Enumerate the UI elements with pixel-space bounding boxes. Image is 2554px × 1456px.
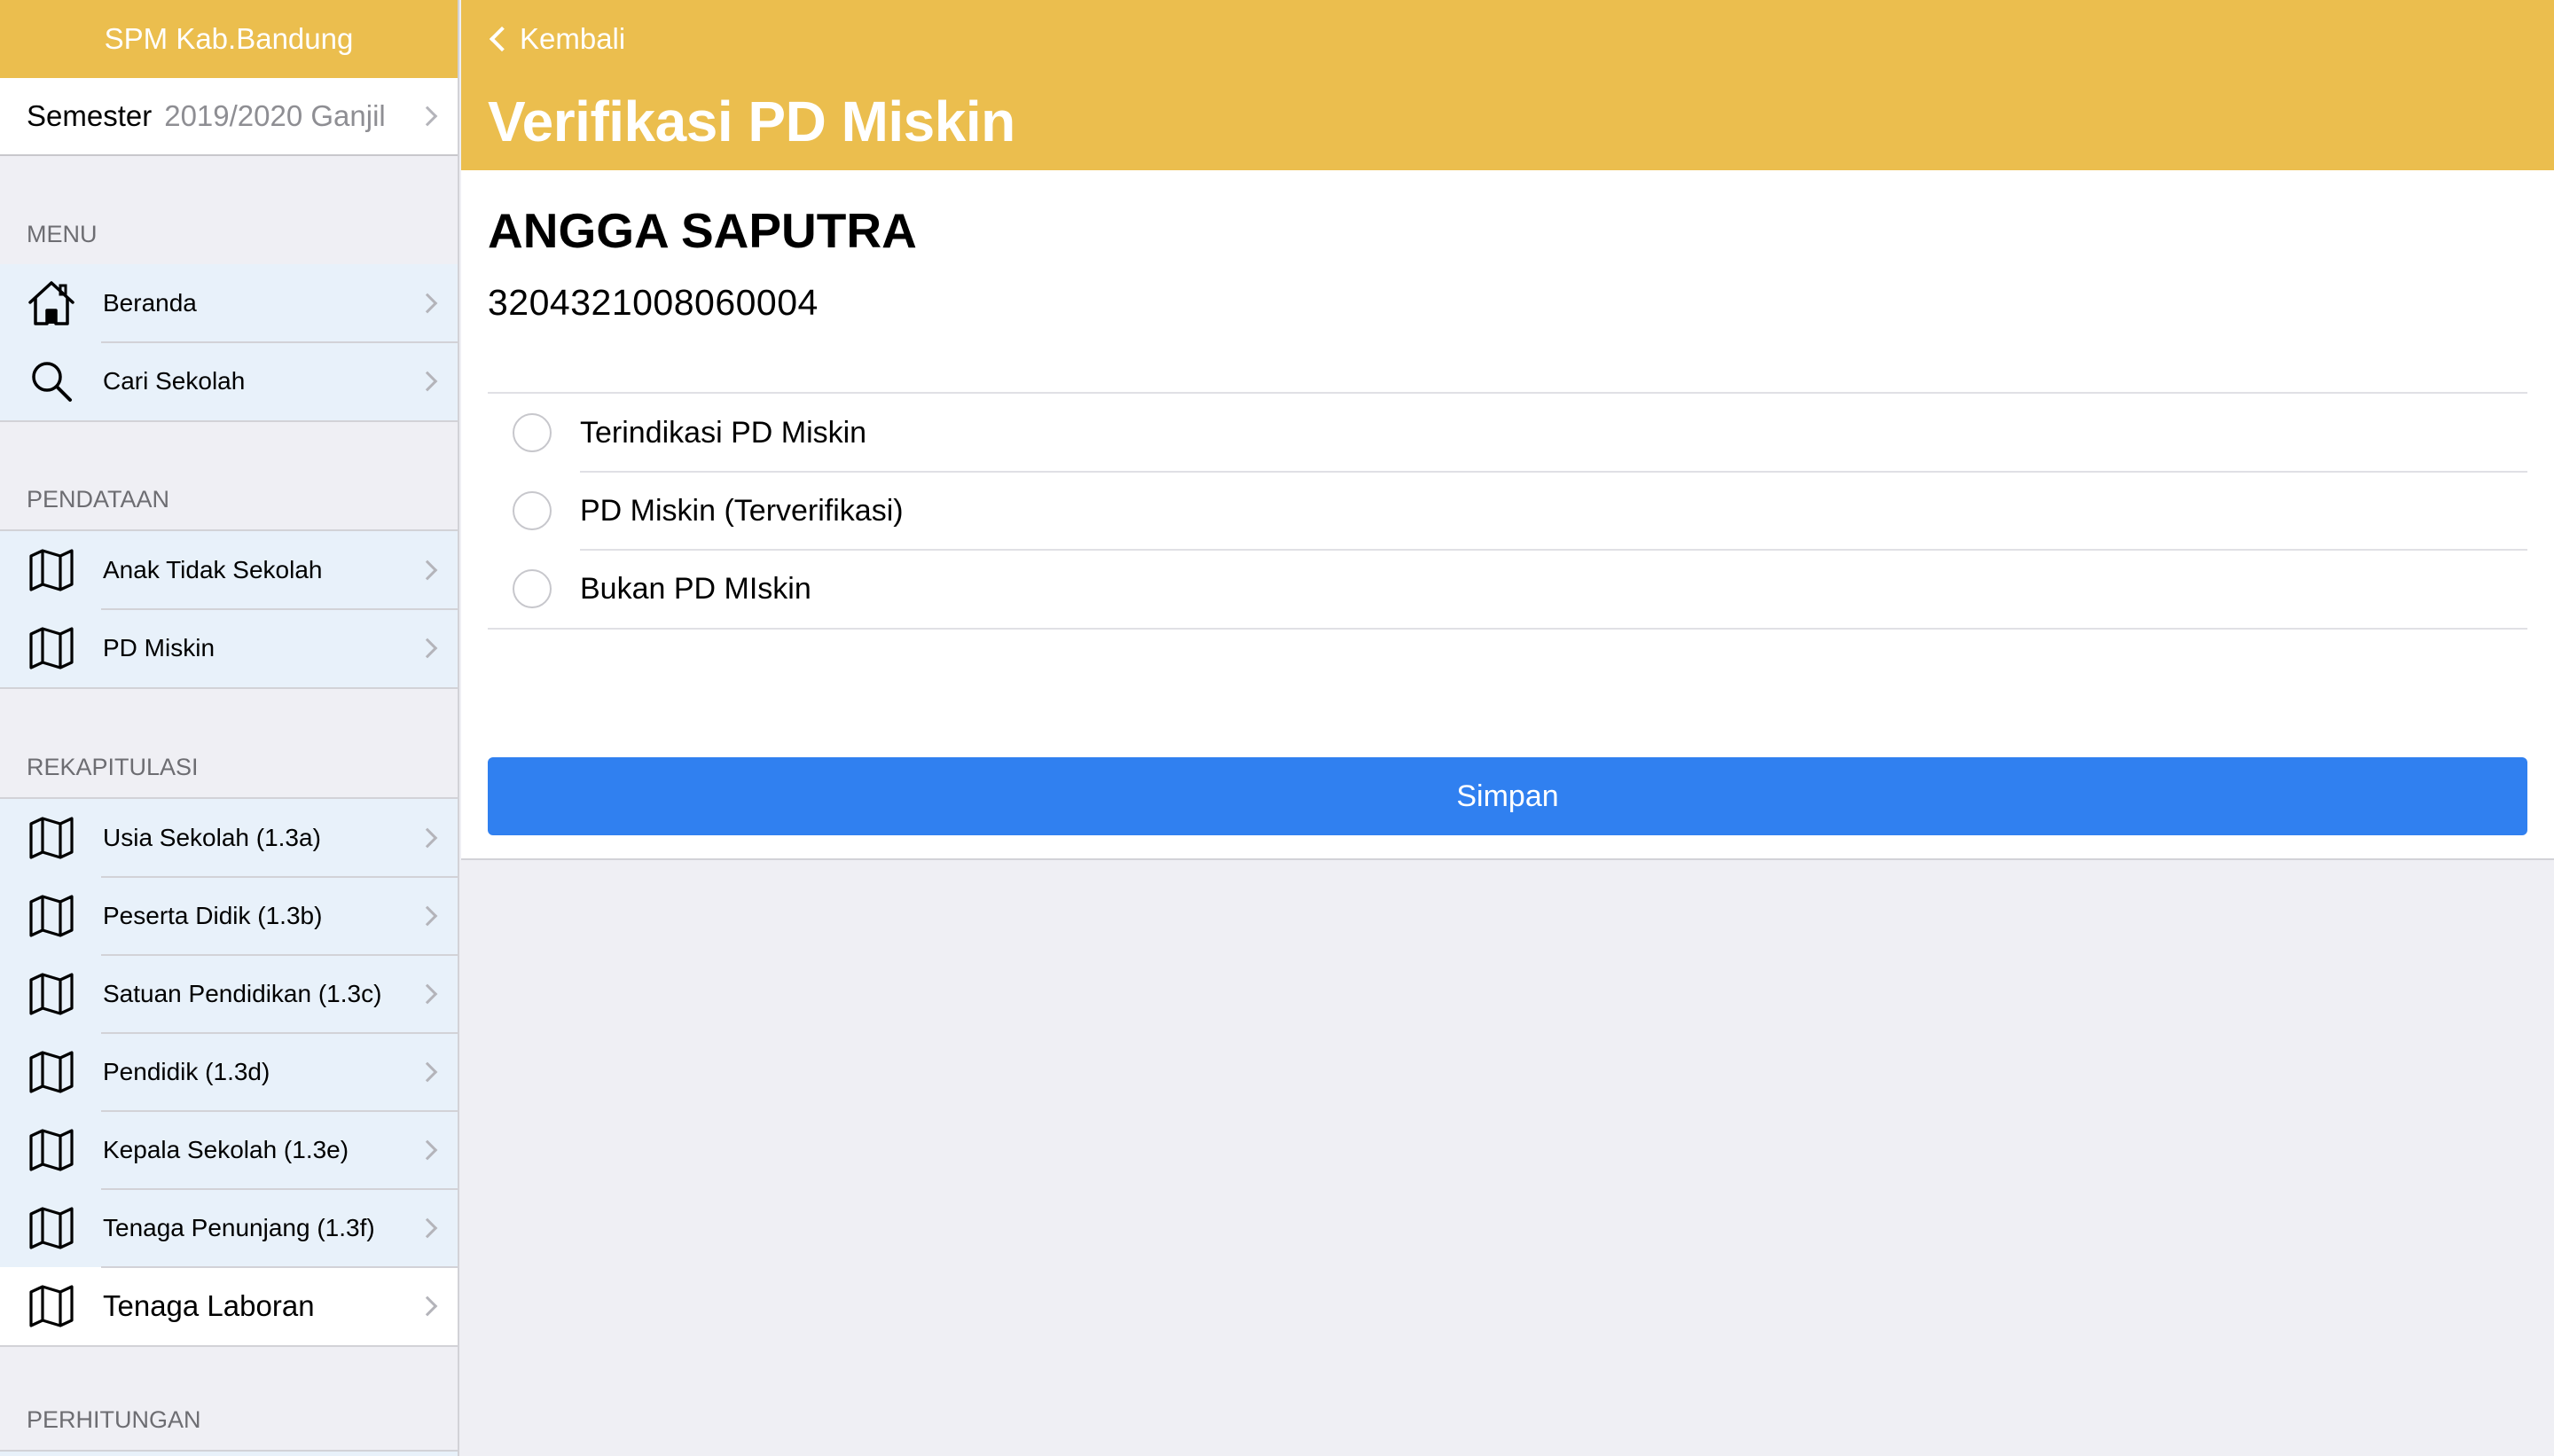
sidebar-item-satuan-pendidikan[interactable]: Satuan Pendidikan (1.3c) bbox=[0, 954, 458, 1033]
option-terverifikasi[interactable]: PD Miskin (Terverifikasi) bbox=[488, 471, 2527, 550]
sidebar-header: SPM Kab.Bandung bbox=[0, 0, 458, 78]
map-icon bbox=[27, 1281, 76, 1331]
map-icon bbox=[27, 1125, 76, 1175]
map-icon bbox=[27, 545, 76, 595]
chevron-right-icon bbox=[417, 827, 438, 849]
student-name: ANGGA SAPUTRA bbox=[488, 203, 917, 258]
sidebar-item-label: Kepala Sekolah (1.3e) bbox=[103, 1136, 349, 1163]
option-label: PD Miskin (Terverifikasi) bbox=[580, 493, 904, 528]
sidebar-item-label: Cari Sekolah bbox=[103, 367, 246, 395]
option-label: Terindikasi PD Miskin bbox=[580, 415, 867, 450]
map-icon bbox=[27, 623, 76, 673]
sidebar-item-label: Pendidik (1.3d) bbox=[103, 1058, 270, 1085]
sidebar-item-label: Tenaga Penunjang (1.3f) bbox=[103, 1214, 375, 1241]
status-options: Terindikasi PD Miskin PD Miskin (Terveri… bbox=[488, 392, 2527, 630]
sidebar-item-kepala-sekolah[interactable]: Kepala Sekolah (1.3e) bbox=[0, 1110, 458, 1189]
section-header-pendataan: PENDATAAN bbox=[27, 486, 170, 513]
sidebar-item-label: Peserta Didik (1.3b) bbox=[103, 902, 323, 929]
main-content: Kembali Verifikasi PD Miskin ANGGA SAPUT… bbox=[461, 0, 2554, 1456]
home-icon bbox=[27, 278, 76, 328]
sidebar-item-beranda[interactable]: Beranda bbox=[0, 264, 458, 342]
save-button[interactable]: Simpan bbox=[488, 757, 2527, 835]
chevron-right-icon bbox=[417, 106, 438, 127]
sidebar-item-label: Tenaga Laboran bbox=[103, 1289, 315, 1322]
verification-form: ANGGA SAPUTRA 3204321008060004 Terindika… bbox=[461, 170, 2554, 860]
map-icon bbox=[27, 813, 76, 863]
back-label: Kembali bbox=[520, 22, 626, 55]
menu-list-menu: Beranda Cari Sekolah bbox=[0, 264, 458, 422]
chevron-right-icon bbox=[417, 905, 438, 927]
option-bukan-miskin[interactable]: Bukan PD MIskin bbox=[488, 549, 2527, 628]
search-icon bbox=[27, 356, 76, 406]
section-header-menu: MENU bbox=[27, 221, 98, 247]
semester-selector[interactable]: Semester 2019/2020 Ganjil bbox=[0, 78, 458, 156]
chevron-right-icon bbox=[417, 293, 438, 314]
section-header-perhitungan: PERHITUNGAN bbox=[27, 1406, 201, 1433]
menu-list-pendataan: Anak Tidak Sekolah PD Miskin bbox=[0, 529, 458, 689]
radio-button[interactable] bbox=[513, 569, 552, 608]
menu-list-perhitungan bbox=[0, 1450, 458, 1456]
semester-value: 2019/2020 Ganjil bbox=[164, 99, 386, 132]
sidebar-item-label: Usia Sekolah (1.3a) bbox=[103, 824, 321, 851]
sidebar-item-peserta-didik[interactable]: Peserta Didik (1.3b) bbox=[0, 876, 458, 955]
semester-label: Semester bbox=[27, 99, 153, 132]
chevron-right-icon bbox=[417, 1217, 438, 1239]
sidebar-item-anak-tidak-sekolah[interactable]: Anak Tidak Sekolah bbox=[0, 531, 458, 609]
sidebar: SPM Kab.Bandung Semester 2019/2020 Ganji… bbox=[0, 0, 459, 1456]
sidebar-item-tenaga-penunjang[interactable]: Tenaga Penunjang (1.3f) bbox=[0, 1188, 458, 1267]
map-icon bbox=[27, 1047, 76, 1097]
chevron-right-icon bbox=[417, 638, 438, 659]
chevron-right-icon bbox=[417, 371, 438, 392]
page-title: Verifikasi PD Miskin bbox=[488, 90, 1015, 153]
radio-button[interactable] bbox=[513, 491, 552, 530]
map-icon bbox=[27, 891, 76, 941]
sidebar-item-tenaga-laboran[interactable]: Tenaga Laboran bbox=[0, 1266, 458, 1345]
sidebar-item-label: Anak Tidak Sekolah bbox=[103, 556, 323, 583]
map-icon bbox=[27, 969, 76, 1019]
chevron-right-icon bbox=[417, 1296, 438, 1317]
chevron-right-icon bbox=[417, 1061, 438, 1083]
chevron-right-icon bbox=[417, 560, 438, 581]
sidebar-item-usia-sekolah[interactable]: Usia Sekolah (1.3a) bbox=[0, 799, 458, 877]
radio-button[interactable] bbox=[513, 413, 552, 452]
navigation-bar: Kembali Verifikasi PD Miskin bbox=[461, 0, 2554, 170]
sidebar-item-cari-sekolah[interactable]: Cari Sekolah bbox=[0, 341, 458, 420]
section-header-rekapitulasi: REKAPITULASI bbox=[27, 754, 199, 780]
option-terindikasi[interactable]: Terindikasi PD Miskin bbox=[488, 394, 2527, 472]
option-label: Bukan PD MIskin bbox=[580, 571, 811, 606]
back-button[interactable]: Kembali bbox=[474, 16, 625, 62]
sidebar-item-label: PD Miskin bbox=[103, 634, 215, 661]
chevron-right-icon bbox=[417, 983, 438, 1005]
sidebar-item-label: Beranda bbox=[103, 289, 197, 317]
chevron-left-icon bbox=[489, 26, 515, 52]
chevron-right-icon bbox=[417, 1139, 438, 1161]
map-icon bbox=[27, 1203, 76, 1253]
sidebar-item-pendidik[interactable]: Pendidik (1.3d) bbox=[0, 1032, 458, 1111]
sidebar-item-pd-miskin[interactable]: PD Miskin bbox=[0, 608, 458, 687]
menu-list-rekapitulasi: Usia Sekolah (1.3a) Peserta Didik (1.3b)… bbox=[0, 797, 458, 1347]
sidebar-item-label: Satuan Pendidikan (1.3c) bbox=[103, 980, 382, 1007]
student-nik: 3204321008060004 bbox=[488, 282, 819, 323]
app-title: SPM Kab.Bandung bbox=[104, 22, 354, 55]
